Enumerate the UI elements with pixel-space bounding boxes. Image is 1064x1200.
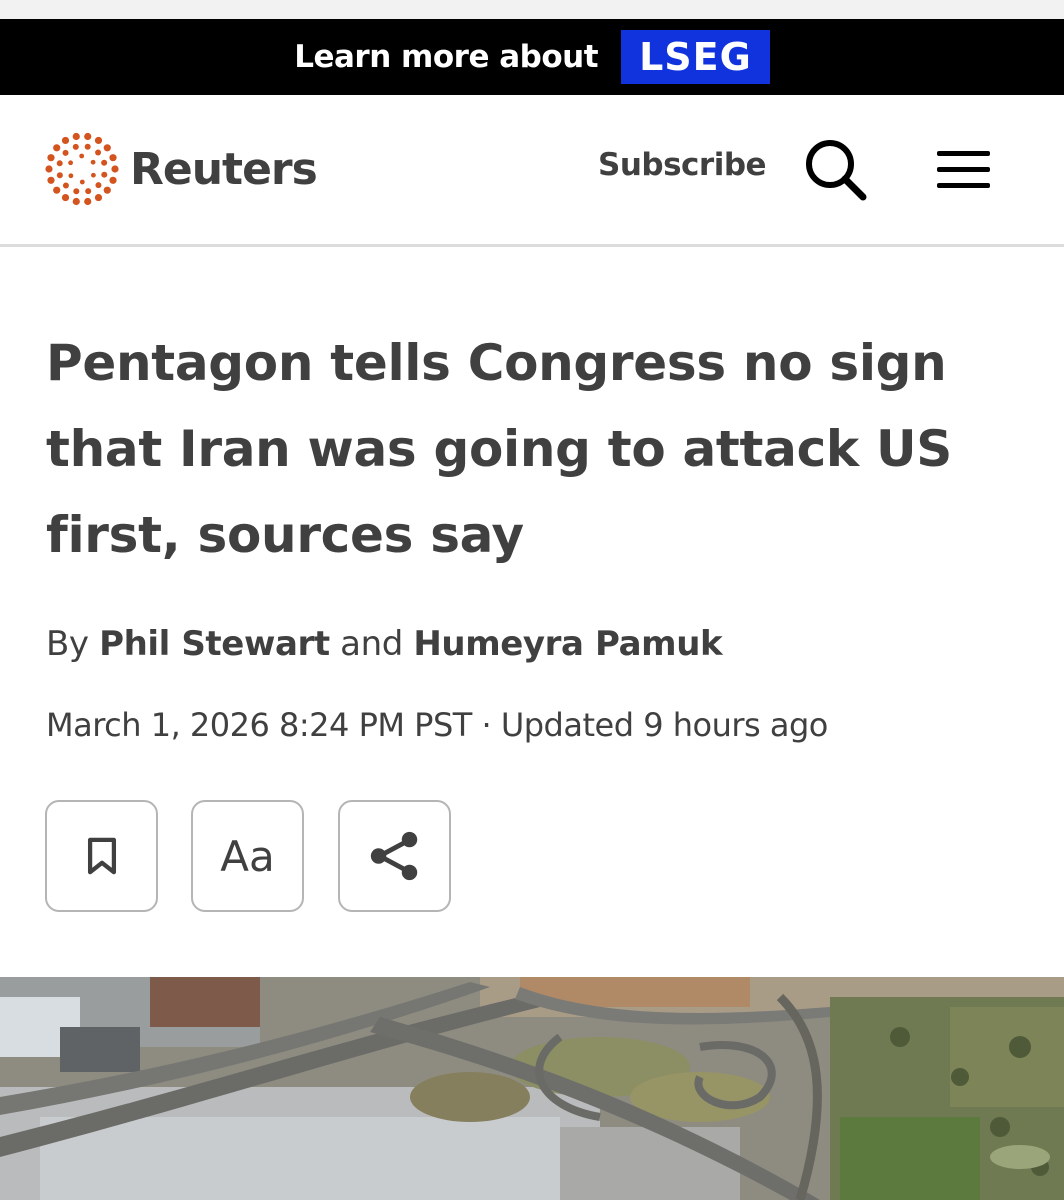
updated-time: Updated 9 hours ago xyxy=(500,706,829,744)
dateline: March 1, 2026 8:24 PM PST · Updated 9 ho… xyxy=(46,706,828,744)
logo-dot xyxy=(91,172,96,178)
logo-dot xyxy=(56,160,63,167)
logo-dot xyxy=(94,193,103,202)
reuters-logo[interactable]: Reuters xyxy=(44,131,318,207)
logo-dot xyxy=(101,171,108,178)
logo-dot xyxy=(62,182,69,189)
bookmark-button[interactable] xyxy=(45,800,158,912)
byline-prefix: By xyxy=(46,624,89,664)
logo-dot xyxy=(103,186,111,194)
logo-dot xyxy=(47,154,55,162)
hamburger-menu-icon xyxy=(937,151,990,188)
search-button[interactable] xyxy=(803,137,869,203)
logo-dot xyxy=(72,132,80,141)
share-button[interactable] xyxy=(338,800,451,912)
logo-dot xyxy=(84,197,92,206)
logo-dot xyxy=(103,144,111,152)
search-icon xyxy=(806,140,867,201)
logo-dot xyxy=(101,159,108,166)
logo-dot xyxy=(109,176,117,184)
date-separator: · xyxy=(481,706,492,744)
text-size-icon: Aa xyxy=(220,831,275,881)
author-link[interactable]: Humeyra Pamuk xyxy=(413,624,722,664)
logo-dot xyxy=(72,143,79,150)
logo-dot xyxy=(85,188,92,195)
byline-conjunction: and xyxy=(340,624,403,664)
menu-button[interactable] xyxy=(935,149,993,191)
bookmark-icon xyxy=(87,837,116,875)
article-headline: Pentagon tells Congress no sign that Ira… xyxy=(46,334,952,564)
logo-dot xyxy=(47,176,55,184)
logo-dot xyxy=(61,136,70,145)
logo-dot xyxy=(84,143,91,150)
logo-dot xyxy=(72,197,80,206)
logo-dot xyxy=(79,179,85,185)
reuters-dots-logo-icon xyxy=(45,132,119,206)
aerial-highway-photo xyxy=(0,977,1064,1200)
logo-dot xyxy=(53,144,61,152)
logo-dot xyxy=(45,165,53,173)
ad-text: Learn more about xyxy=(294,39,599,75)
logo-dot xyxy=(79,153,85,159)
publish-date: March 1, 2026 8:24 PM PST xyxy=(46,706,472,744)
byline: By Phil Stewart and Humeyra Pamuk xyxy=(46,624,723,664)
text-size-button[interactable]: Aa xyxy=(191,800,304,912)
logo-dot xyxy=(61,193,70,202)
ad-brand-badge: LSEG xyxy=(621,30,770,84)
logo-dot xyxy=(62,149,69,156)
site-header: Reuters Subscribe xyxy=(0,95,1064,247)
ad-banner[interactable]: Learn more about LSEG xyxy=(0,19,1064,95)
share-icon xyxy=(370,831,417,881)
top-strip xyxy=(0,0,1064,19)
logo-dot xyxy=(109,154,117,162)
logo-dot xyxy=(53,186,61,194)
logo-dot xyxy=(111,165,119,173)
logo-dot xyxy=(68,173,74,179)
logo-dot xyxy=(95,182,102,189)
logo-dot xyxy=(90,159,96,165)
hero-image xyxy=(0,977,1064,1200)
logo-text: Reuters xyxy=(130,143,318,195)
subscribe-link[interactable]: Subscribe xyxy=(598,147,767,183)
logo-dot xyxy=(94,136,103,145)
logo-dot xyxy=(84,132,92,141)
author-link[interactable]: Phil Stewart xyxy=(99,624,330,664)
logo-dot xyxy=(73,188,80,195)
logo-dot xyxy=(68,160,73,166)
logo-dot xyxy=(95,149,102,156)
logo-dot xyxy=(56,172,63,179)
